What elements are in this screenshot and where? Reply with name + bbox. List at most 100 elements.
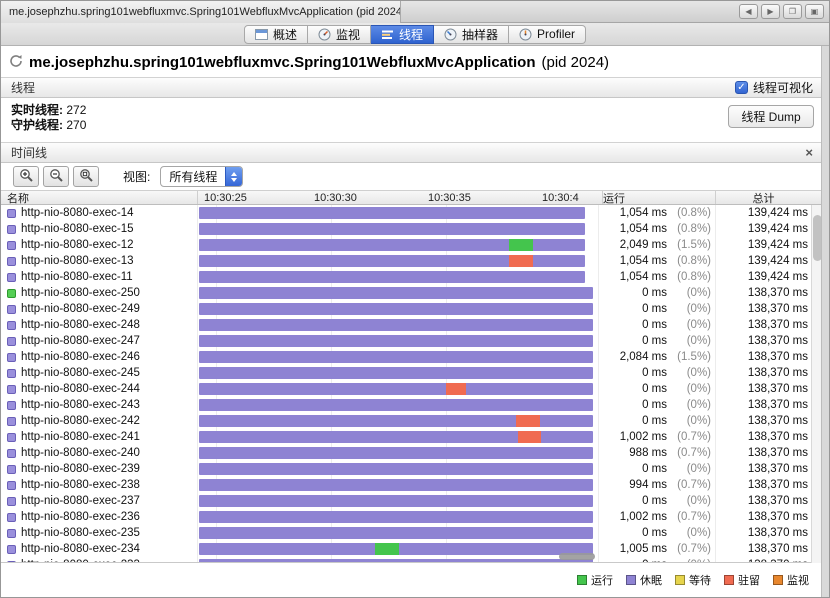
sleeping-bar (199, 223, 585, 235)
document-tab[interactable]: me.josephzhu.spring101webfluxmvc.Spring1… (1, 1, 401, 23)
timeline-section-header: 时间线 × (1, 142, 823, 163)
running-time: 0 ms (642, 415, 667, 427)
thread-timeline-cell (197, 557, 598, 562)
thread-icon (7, 496, 16, 506)
table-row[interactable]: http-nio-8080-exec-233 0 ms(0%)138,370 ms (1, 557, 811, 562)
table-row[interactable]: http-nio-8080-exec-246 2,084 ms (1.5%) 138,… (1, 349, 811, 365)
table-row[interactable]: http-nio-8080-exec-238 994 ms (0.7%) 138,37… (1, 477, 811, 493)
window-controls: ◀ ▶ ❐ ▣ (739, 4, 824, 19)
table-row[interactable]: http-nio-8080-exec-245 0 ms (0%) 138,370 ms (1, 365, 811, 381)
view-select[interactable]: 所有线程 (160, 166, 244, 187)
tab-monitor[interactable]: 监视 (307, 24, 371, 44)
scroll-right-icon[interactable]: ▶ (761, 4, 780, 19)
thread-icon (7, 544, 16, 554)
running-time: 1,002 ms (619, 511, 667, 523)
table-row[interactable]: http-nio-8080-exec-242 0 ms (0%) 138,370 ms (1, 413, 811, 429)
thread-name: http-nio-8080-exec-243 (21, 399, 140, 411)
tab-sampler[interactable]: 抽样器 (434, 24, 510, 44)
thread-name: http-nio-8080-exec-236 (21, 511, 140, 523)
table-row[interactable]: http-nio-8080-exec-237 0 ms (0%) 138,370 ms (1, 493, 811, 509)
table-row[interactable]: http-nio-8080-exec-248 0 ms (0%) 138,370 ms (1, 317, 811, 333)
thread-timeline-cell (197, 477, 598, 493)
sleeping-bar (199, 415, 594, 427)
thread-running-cell: 0 ms (0%) (598, 317, 715, 333)
sleeping-bar (199, 559, 594, 562)
thread-name: http-nio-8080-exec-14 (21, 207, 134, 219)
column-header-name[interactable]: 名称 (7, 191, 29, 205)
running-percent: (0%) (686, 463, 711, 475)
time-tick: 10:30:30 (314, 192, 357, 204)
table-row[interactable]: http-nio-8080-exec-11 1,054 ms (0.8%) 139,4… (1, 269, 811, 285)
window-restore-icon[interactable]: ❐ (783, 4, 802, 19)
legend-label: 驻留 (738, 575, 760, 587)
thread-visualization-label: 线程可视化 (752, 81, 813, 95)
zoom-in-button[interactable] (13, 166, 39, 187)
thread-visualization-toggle[interactable]: ✓ 线程可视化 (734, 79, 813, 96)
table-row[interactable]: http-nio-8080-exec-235 0 ms (0%) 138,370 ms (1, 525, 811, 541)
tab-overview[interactable]: 概述 (243, 24, 308, 44)
thread-name: http-nio-8080-exec-13 (21, 255, 134, 267)
table-row[interactable]: http-nio-8080-exec-247 0 ms (0%) 138,370 ms (1, 333, 811, 349)
thread-running-cell: 1,054 ms (0.8%) (598, 205, 715, 221)
thread-running-cell: 2,049 ms (1.5%) (598, 237, 715, 253)
page-title: me.josephzhu.spring101webfluxmvc.Spring1… (29, 53, 536, 71)
table-row[interactable]: http-nio-8080-exec-15 1,054 ms (0.8%) 139,4… (1, 221, 811, 237)
live-threads-value: 272 (66, 103, 87, 117)
thread-name-cell: http-nio-8080-exec-238 (1, 477, 197, 493)
thread-total-cell: 138,370 ms (715, 381, 811, 397)
view-tab-group: 概述 监视 线程 抽样器 Profiler (243, 24, 587, 44)
running-percent: (0%) (686, 303, 711, 315)
thread-running-cell: 988 ms (0.7%) (598, 445, 715, 461)
thread-dump-button[interactable]: 线程 Dump (728, 105, 814, 128)
running-time: 1,054 ms (619, 207, 667, 219)
zoom-out-button[interactable] (43, 166, 69, 187)
running-percent: (1.5%) (677, 239, 711, 251)
page-header: me.josephzhu.spring101webfluxmvc.Spring1… (9, 50, 609, 74)
live-threads-label: 实时线程: (11, 103, 63, 117)
zoom-fit-button[interactable] (73, 166, 99, 187)
thread-total-cell: 139,424 ms (715, 205, 811, 221)
checkbox-checked-icon[interactable]: ✓ (734, 81, 748, 94)
scroll-left-icon[interactable]: ◀ (739, 4, 758, 19)
running-percent: (0%) (686, 383, 711, 395)
legend-label: 运行 (591, 575, 613, 587)
table-row[interactable]: http-nio-8080-exec-240 988 ms (0.7%) 138,37… (1, 445, 811, 461)
timeline-close-icon[interactable]: × (805, 146, 813, 159)
column-header-total[interactable]: 总计 (715, 191, 811, 205)
table-row[interactable]: http-nio-8080-exec-241 1,002 ms (0.7%) 138,… (1, 429, 811, 445)
legend-label: 休眠 (640, 575, 662, 587)
table-row[interactable]: http-nio-8080-exec-244 0 ms (0%) 138,370 ms (1, 381, 811, 397)
thread-timeline-cell (197, 333, 598, 349)
table-row[interactable]: http-nio-8080-exec-243 0 ms (0%) 138,370 ms (1, 397, 811, 413)
view-label: 视图: (123, 170, 151, 184)
monitor-gauge-icon (318, 28, 331, 41)
legend-swatch (577, 575, 587, 585)
window-maximize-icon[interactable]: ▣ (805, 4, 824, 19)
thread-icon (7, 448, 16, 458)
table-row[interactable]: http-nio-8080-exec-236 1,002 ms (0.7%) 138,… (1, 509, 811, 525)
sleeping-bar (199, 383, 594, 395)
tab-profiler[interactable]: Profiler (509, 24, 587, 44)
sleeping-bar (199, 479, 594, 491)
view-select-value: 所有线程 (169, 170, 218, 184)
thread-name-cell: http-nio-8080-exec-241 (1, 429, 197, 445)
table-row[interactable]: http-nio-8080-exec-250 0 ms (0%) 138,370 ms (1, 285, 811, 301)
tab-threads[interactable]: 线程 (370, 24, 434, 44)
table-row[interactable]: http-nio-8080-exec-234 1,005 ms (0.7%) 138,… (1, 541, 811, 557)
table-row[interactable]: http-nio-8080-exec-12 2,049 ms (1.5%) 139,4… (1, 237, 811, 253)
running-percent: (0%) (686, 287, 711, 299)
table-row[interactable]: http-nio-8080-exec-14 1,054 ms (0.8%) 139,4… (1, 205, 811, 221)
tab-label: 概述 (272, 27, 297, 42)
running-percent: (0.7%) (677, 543, 711, 555)
running-time: 0 ms (642, 495, 667, 507)
thread-name-cell: http-nio-8080-exec-234 (1, 541, 197, 557)
table-row[interactable]: http-nio-8080-exec-239 0 ms (0%) 138,370 ms (1, 461, 811, 477)
sleeping-bar (199, 271, 585, 283)
window-edge-strip (821, 46, 829, 597)
thread-total-cell: 139,424 ms (715, 237, 811, 253)
table-row[interactable]: http-nio-8080-exec-13 1,054 ms (0.8%) 139,4… (1, 253, 811, 269)
horizontal-scrollbar-thumb[interactable] (559, 553, 595, 560)
table-row[interactable]: http-nio-8080-exec-249 0 ms (0%) 138,370 ms (1, 301, 811, 317)
thread-running-cell: 0 ms (0%) (598, 413, 715, 429)
column-header-running[interactable]: 运行 (602, 191, 625, 205)
